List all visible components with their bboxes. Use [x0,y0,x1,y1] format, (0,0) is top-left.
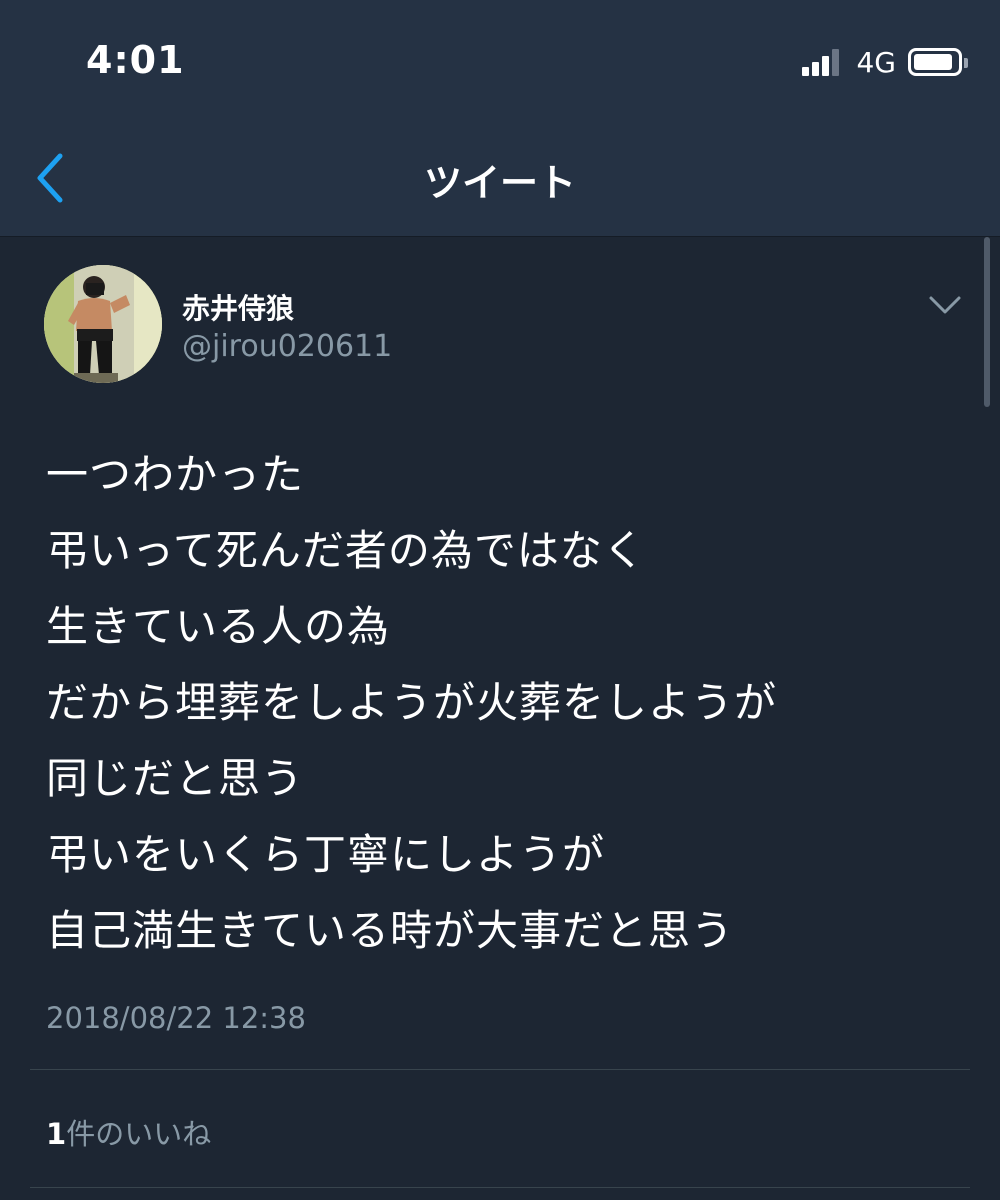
likes-count: 1 [46,1117,67,1151]
signal-icon [802,48,842,76]
tweet-line: 一つわかった [46,450,305,499]
likes-link[interactable]: 1件のいいね [46,1111,211,1153]
avatar[interactable] [44,265,162,383]
tweet-line: 弔いをいくら丁寧にしようが [46,830,606,879]
divider [30,1187,970,1188]
tweet-line: 弔いって死んだ者の為ではなく [46,526,646,575]
status-bar: 4:01 4G [0,0,1000,120]
tweet: 赤井侍狼 @jirou020611 一つわかった 弔いって死んだ者の為ではなく … [0,237,1000,1200]
battery-icon [908,48,968,76]
tweet-text: 一つわかった 弔いって死んだ者の為ではなく 生きている人の為 だから埋葬をしよう… [46,437,966,969]
page-title: ツイート [423,161,576,205]
tweet-menu-button[interactable] [928,293,962,317]
likes-label: 件のいいね [66,1117,212,1151]
tweet-timestamp: 2018/08/22 12:38 [46,1001,306,1035]
nav-bar: ツイート [0,120,1000,237]
tweet-line: だから埋葬をしようが火葬をしようが [46,678,778,727]
chevron-down-icon [929,296,961,314]
network-label: 4G [856,45,896,79]
tweet-line: 同じだと思う [46,754,305,803]
tweet-line: 自己満生きている時が大事だと思う [46,906,735,955]
display-name[interactable]: 赤井侍狼 [182,287,294,327]
scrollbar[interactable] [984,237,990,407]
status-indicators: 4G [802,44,968,80]
divider [30,1069,970,1070]
avatar-photo [44,265,162,383]
tweet-line: 生きている人の為 [46,602,391,651]
status-time: 4:01 [86,38,185,82]
user-handle[interactable]: @jirou020611 [182,329,392,364]
